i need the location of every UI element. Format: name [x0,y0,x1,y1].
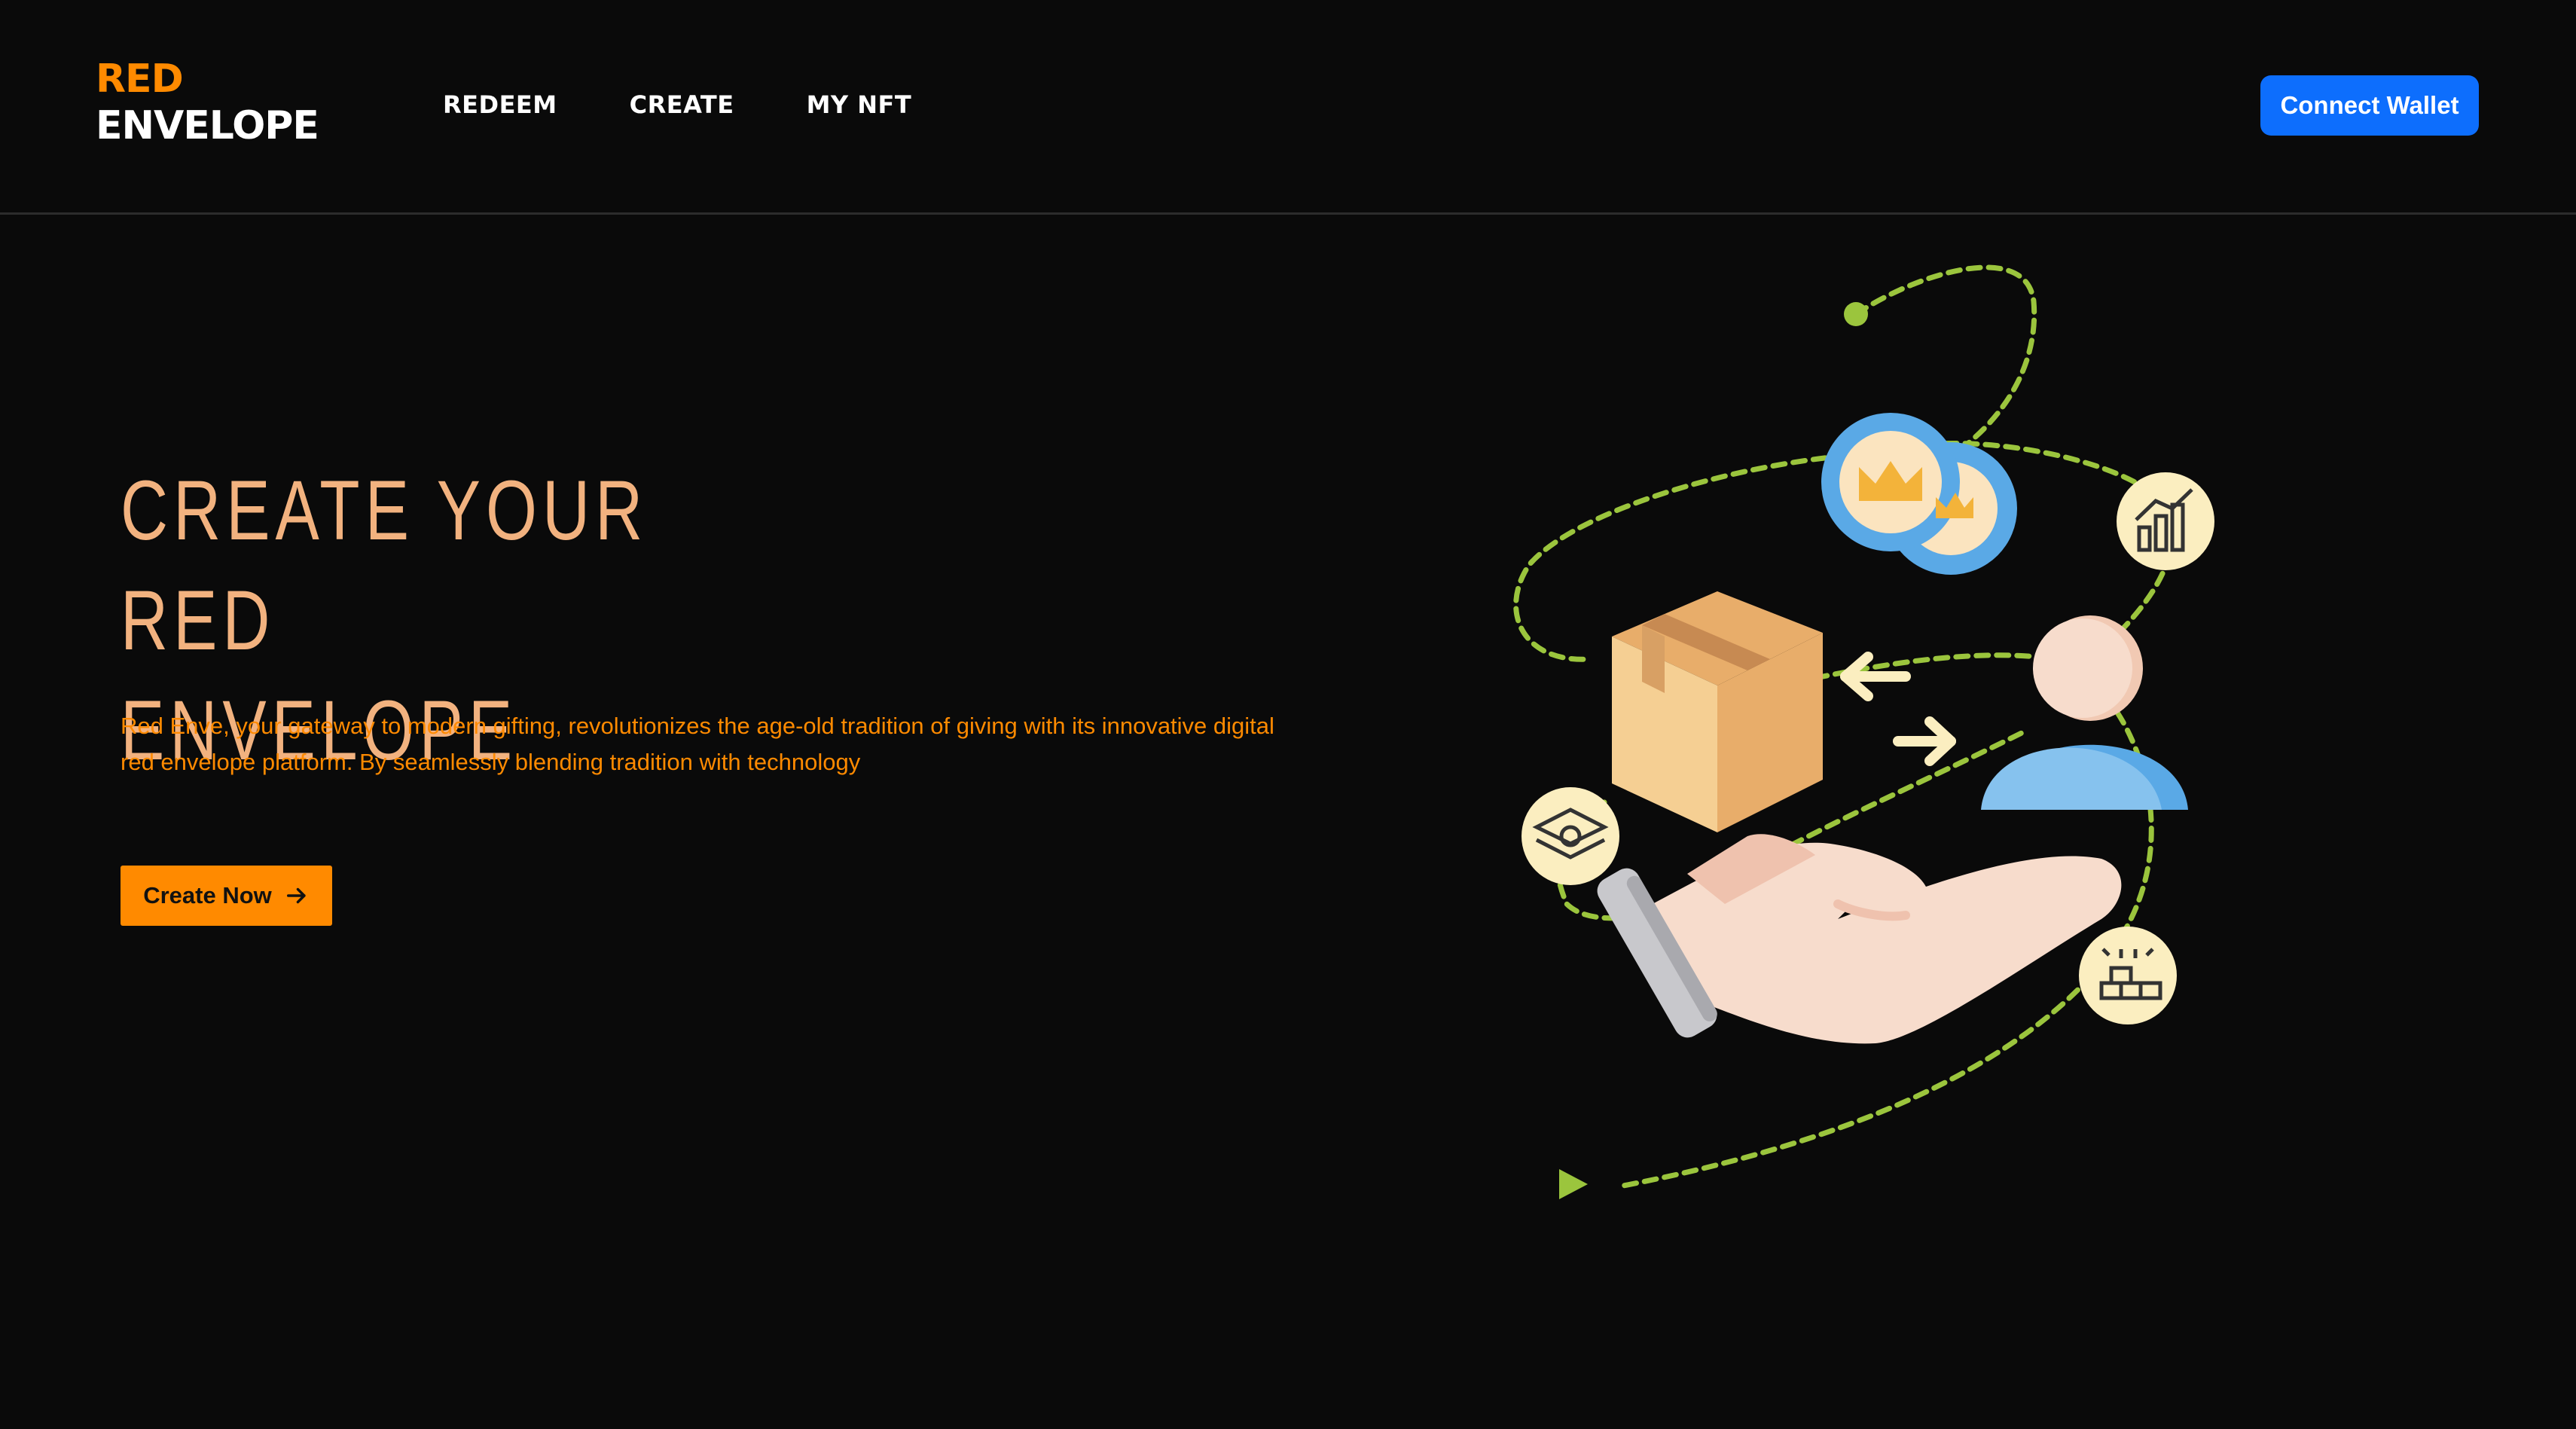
start-dot [1844,302,1868,326]
nav-redeem[interactable]: REDEEM [443,89,557,121]
location-cube-icon [1521,787,1619,885]
gold-bars-icon [2079,927,2177,1024]
create-now-button[interactable]: Create Now [121,866,332,926]
logo[interactable]: RED ENVELOPE [96,56,319,149]
logo-red-text: RED [96,56,184,102]
site-header: RED ENVELOPE REDEEM CREATE MY NFT Connec… [0,0,2576,215]
user-icon [1981,615,2188,810]
connect-wallet-button[interactable]: Connect Wallet [2260,75,2479,136]
hero-title-line1: CREATE YOUR RED [121,463,649,667]
end-arrow-icon [1559,1169,1588,1199]
nav-create[interactable]: CREATE [630,89,734,121]
arrow-right-icon [286,887,306,904]
token-icon [1821,413,2017,575]
logo-envelope-text: ENVELOPE [96,103,319,148]
box-icon [1612,591,1823,832]
gift-illustration [1513,264,2214,1199]
hand-icon [1597,834,2122,1044]
nav-my-nft[interactable]: MY NFT [807,89,912,121]
chart-coin-icon [2117,472,2214,570]
main-nav: REDEEM CREATE MY NFT [443,89,984,121]
exchange-arrows-icon [1840,652,1956,766]
create-now-label: Create Now [143,882,272,908]
hero-description: Red Enve, your gateway to modern gifting… [121,713,1274,775]
